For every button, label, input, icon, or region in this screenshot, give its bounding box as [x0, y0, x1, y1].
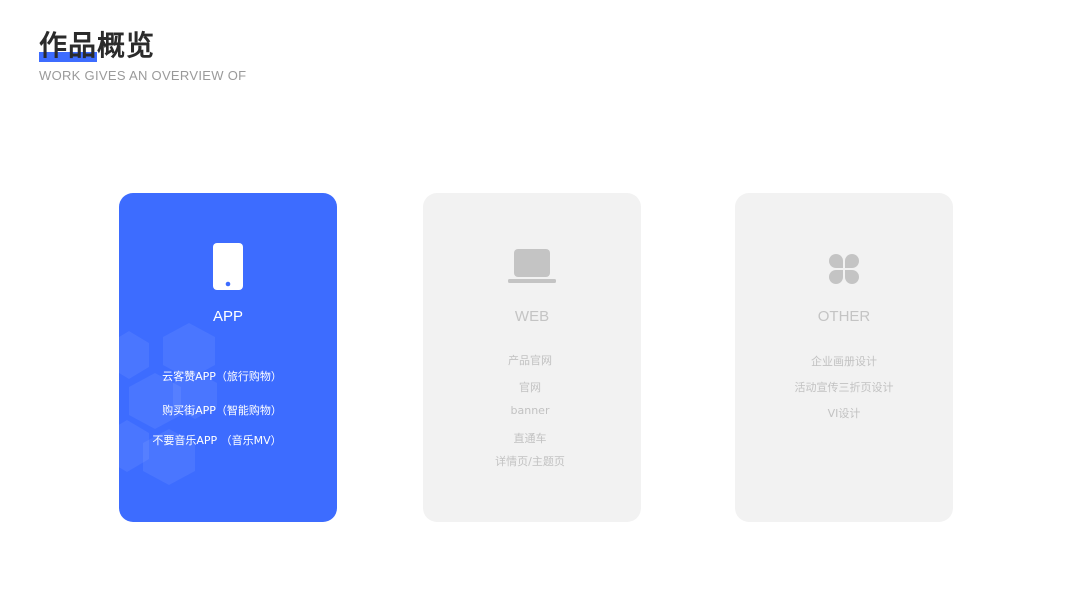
page-subtitle: WORK GIVES AN OVERVIEW OF [39, 68, 247, 83]
list-item: banner [510, 404, 550, 417]
list-item: 云客赞APP（旅行购物） [162, 370, 282, 383]
list-item: VI设计 [827, 407, 861, 420]
list-item: 企业画册设计 [811, 355, 877, 368]
list-item: 官网 [519, 381, 541, 394]
phone-icon [213, 243, 243, 290]
list-item: 直通车 [513, 432, 547, 445]
laptop-icon [508, 249, 556, 283]
page-header: 作品概览 WORK GIVES AN OVERVIEW OF [39, 28, 246, 83]
clover-icon [829, 254, 859, 284]
card-title-web: WEB [514, 308, 550, 325]
card-title-other: OTHER [817, 308, 871, 325]
card-app[interactable]: APP 云客赞APP（旅行购物） 购买街APP（智能购物） 不要音乐APP （音… [119, 193, 337, 522]
page-title-wrap: 作品概览 [39, 28, 155, 64]
list-item: 不要音乐APP （音乐MV） [152, 434, 282, 447]
list-item: 详情页/主题页 [495, 455, 565, 468]
card-other[interactable]: OTHER 企业画册设计 活动宣传三折页设计 VI设计 [735, 193, 953, 522]
card-web[interactable]: WEB 产品官网 官网 banner 直通车 详情页/主题页 [423, 193, 641, 522]
list-item: 购买街APP（智能购物） [162, 404, 282, 417]
list-item: 活动宣传三折页设计 [794, 381, 894, 394]
card-title-app: APP [212, 308, 243, 325]
page-title: 作品概览 [39, 29, 156, 62]
list-item: 产品官网 [508, 354, 552, 367]
